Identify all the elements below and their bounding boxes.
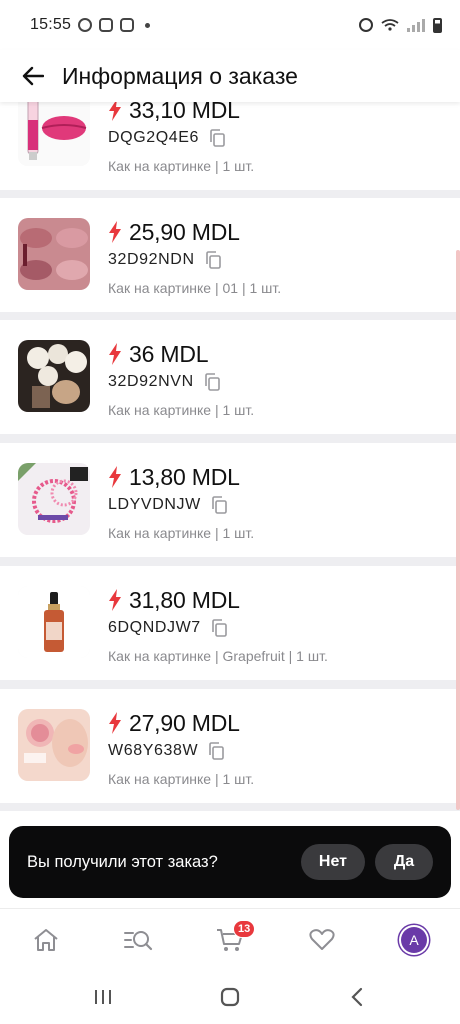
- nav-cart[interactable]: 13: [207, 917, 256, 963]
- cart-count-badge: 13: [233, 919, 256, 938]
- item-code: 32D92NDN: [108, 251, 195, 268]
- product-image-bead-bracelet[interactable]: [18, 463, 90, 535]
- copy-icon[interactable]: [209, 129, 225, 147]
- product-image-serum[interactable]: [18, 586, 90, 658]
- avatar: A: [401, 926, 427, 953]
- copy-icon[interactable]: [211, 619, 227, 637]
- item-variant: Как на картинке | 1 шт.: [108, 158, 255, 174]
- item-variant: Как на картинке | 1 шт.: [108, 771, 255, 787]
- item-code: DQG2Q4E6: [108, 129, 200, 146]
- flash-icon: [109, 589, 121, 611]
- flash-icon: [109, 712, 121, 734]
- prompt-question: Вы получили этот заказ?: [27, 852, 218, 871]
- price-row: 31,80 MDL: [108, 586, 328, 614]
- alarm-icon: [359, 18, 373, 32]
- battery-icon: [433, 17, 442, 33]
- item-price: 25,90 MDL: [129, 218, 240, 245]
- item-info: 33,10 MDL DQG2Q4E6 Как на картинке | 1 ш…: [108, 96, 255, 175]
- copy-icon[interactable]: [205, 251, 221, 269]
- item-code: LDYVDNJW: [108, 496, 201, 513]
- status-left: 15:55: [30, 16, 151, 34]
- item-variant: Как на картинке | 1 шт.: [108, 402, 255, 418]
- product-image-lipstick[interactable]: [18, 92, 90, 166]
- wifi-icon: [381, 19, 399, 31]
- order-received-prompt: Вы получили этот заказ? Нет Да: [9, 826, 451, 898]
- app-header: Информация о заказе: [0, 50, 460, 102]
- product-image-scrunchies[interactable]: [18, 340, 90, 412]
- item-variant: Как на картинке | 01 | 1 шт.: [108, 280, 282, 296]
- price-row: 25,90 MDL: [108, 218, 281, 246]
- item-price: 13,80 MDL: [129, 463, 240, 490]
- order-item[interactable]: 36 MDL 32D92NVN Как на картинке | 1 шт.: [0, 320, 460, 434]
- code-row: W68Y638W: [108, 739, 254, 763]
- recent-apps-icon: [95, 990, 112, 1004]
- prompt-actions: Нет Да: [300, 844, 433, 880]
- nav-favorites[interactable]: [299, 917, 345, 963]
- page-title: Информация о заказе: [62, 62, 298, 89]
- copy-icon[interactable]: [211, 496, 227, 514]
- copy-icon[interactable]: [208, 742, 224, 760]
- code-row: DQG2Q4E6: [108, 126, 254, 150]
- order-item[interactable]: 33,10 MDL DQG2Q4E6 Как на картинке | 1 ш…: [0, 92, 460, 190]
- flash-icon: [109, 221, 121, 243]
- chevron-left-icon: [351, 987, 362, 1007]
- item-price: 31,80 MDL: [129, 586, 240, 613]
- yes-button[interactable]: Да: [375, 844, 433, 880]
- nav-catalog[interactable]: [115, 917, 161, 963]
- flash-icon: [109, 343, 121, 365]
- price-row: 36 MDL: [108, 340, 254, 368]
- item-info: 36 MDL 32D92NVN Как на картинке | 1 шт.: [108, 340, 255, 419]
- home-system-button[interactable]: [210, 977, 250, 1017]
- heart-icon: [309, 928, 335, 950]
- order-item[interactable]: 13,80 MDL LDYVDNJW Как на картинке | 1 ш…: [0, 443, 460, 557]
- product-image-blush[interactable]: [18, 709, 90, 781]
- catalog-search-icon: [124, 930, 153, 950]
- instagram-icon: [99, 18, 114, 32]
- arrow-left-icon: [22, 66, 44, 86]
- signal-icon: [407, 18, 425, 32]
- price-row: 27,90 MDL: [108, 709, 254, 737]
- item-variant: Как на картинке | 1 шт.: [108, 525, 255, 541]
- home-icon: [34, 928, 58, 951]
- code-row: 6DQNDJW7: [108, 616, 328, 640]
- item-price: 36 MDL: [129, 340, 209, 367]
- status-bar: 15:55: [0, 0, 460, 50]
- status-right: [359, 17, 442, 33]
- item-info: 27,90 MDL W68Y638W Как на картинке | 1 ш…: [108, 709, 255, 788]
- item-info: 13,80 MDL LDYVDNJW Как на картинке | 1 ш…: [108, 463, 255, 542]
- item-code: 6DQNDJW7: [108, 619, 201, 636]
- item-info: 25,90 MDL 32D92NDN Как на картинке | 01 …: [108, 218, 282, 297]
- bottom-navigation: 13 A: [0, 908, 460, 970]
- order-item[interactable]: 27,90 MDL W68Y638W Как на картинке | 1 ш…: [0, 689, 460, 803]
- nav-home[interactable]: [23, 917, 69, 963]
- instagram-icon-2: [120, 18, 135, 32]
- nav-profile[interactable]: A: [391, 917, 437, 963]
- item-info: 31,80 MDL 6DQNDJW7 Как на картинке | Gra…: [108, 586, 328, 665]
- code-row: 32D92NDN: [108, 248, 281, 272]
- system-navigation: [0, 970, 460, 1024]
- flash-icon: [109, 99, 121, 121]
- flash-icon: [109, 466, 121, 488]
- price-row: 13,80 MDL: [108, 463, 254, 491]
- code-row: 32D92NVN: [108, 370, 254, 394]
- recent-apps-button[interactable]: [83, 977, 123, 1017]
- status-time: 15:55: [30, 16, 72, 33]
- item-variant: Как на картинке | Grapefruit | 1 шт.: [108, 648, 328, 664]
- home-square-icon: [220, 987, 240, 1007]
- scrollbar[interactable]: [456, 250, 460, 810]
- back-button[interactable]: [18, 61, 48, 91]
- item-price: 27,90 MDL: [129, 709, 240, 736]
- copy-icon[interactable]: [204, 373, 220, 391]
- product-image-lip-tint[interactable]: [18, 218, 90, 290]
- viber-icon: [78, 18, 93, 32]
- more-notifications-icon: [145, 22, 151, 28]
- no-button[interactable]: Нет: [300, 844, 365, 880]
- code-row: LDYVDNJW: [108, 493, 254, 517]
- item-code: 32D92NVN: [108, 373, 194, 390]
- order-item[interactable]: 31,80 MDL 6DQNDJW7 Как на картинке | Gra…: [0, 566, 460, 680]
- order-item[interactable]: 25,90 MDL 32D92NDN Как на картинке | 01 …: [0, 198, 460, 312]
- item-code: W68Y638W: [108, 742, 199, 759]
- screen: 15:55 Информация о заказе 33,10 MDL DQG2…: [0, 0, 460, 1024]
- system-back-button[interactable]: [337, 977, 377, 1017]
